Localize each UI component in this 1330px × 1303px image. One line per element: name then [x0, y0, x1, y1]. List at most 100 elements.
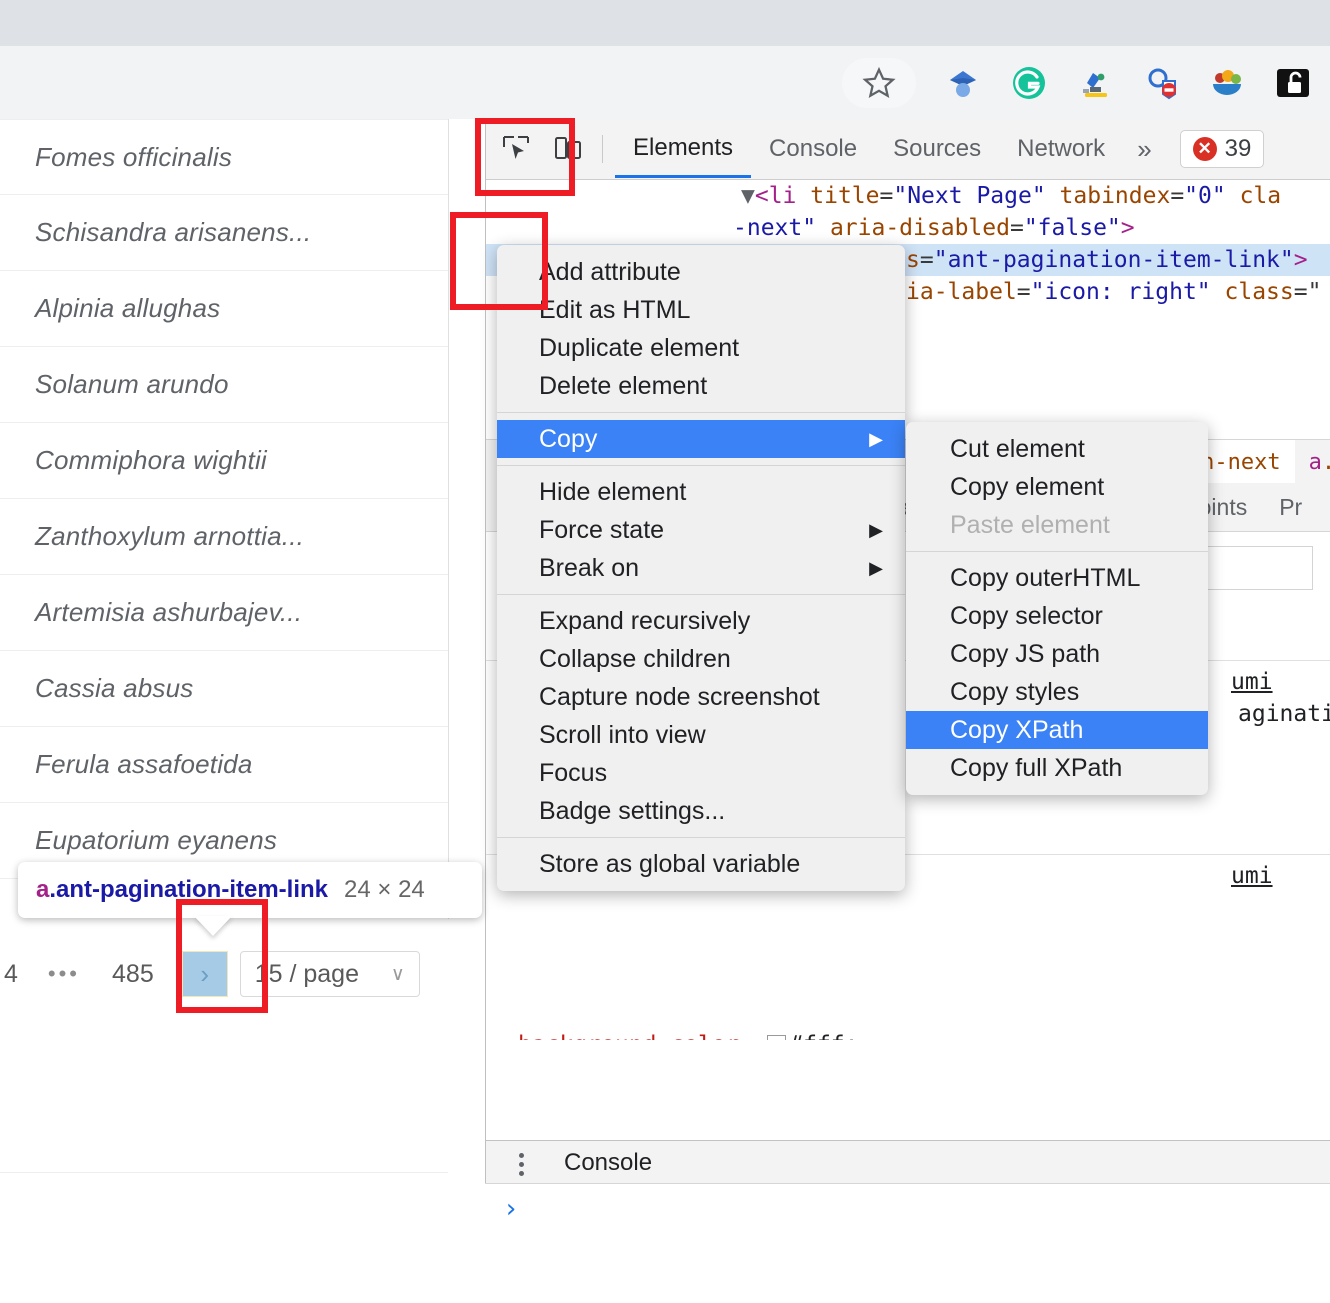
menu-item-label: Focus [539, 758, 608, 787]
console-output-area[interactable]: › [485, 1183, 1330, 1303]
chevron-down-icon: ∨ [390, 963, 405, 985]
error-count-badge[interactable]: ✕ 39 [1179, 130, 1265, 168]
tab-sources[interactable]: Sources [875, 120, 999, 178]
submenu-item-copy-outerhtml[interactable]: Copy outerHTML [906, 559, 1208, 597]
tab-elements[interactable]: Elements [615, 120, 752, 178]
menu-item-duplicate-element[interactable]: Duplicate element [497, 329, 905, 367]
menu-item-label: Copy selector [950, 601, 1103, 630]
menu-item-label: Copy JS path [950, 639, 1101, 668]
menu-item-scroll-into-view[interactable]: Scroll into view [497, 716, 905, 754]
more-tabs-button[interactable]: » [1123, 134, 1165, 165]
submenu-item-cut-element[interactable]: Cut element [906, 430, 1208, 468]
submenu-item-copy-xpath[interactable]: Copy XPath [906, 711, 1208, 749]
submenu-item-copy-js-path[interactable]: Copy JS path [906, 635, 1208, 673]
breadcrumb-item[interactable]: a.ant-pa [1295, 440, 1330, 484]
plant-name: Fomes officinalis [35, 141, 233, 172]
microscope-icon[interactable] [1076, 64, 1114, 102]
pagination-last-page[interactable]: 485 [112, 960, 154, 989]
inspect-element-icon[interactable] [494, 127, 538, 171]
menu-item-add-attribute[interactable]: Add attribute [497, 253, 905, 291]
inspect-tooltip-tag: a [36, 876, 50, 903]
menu-item-force-state[interactable]: Force state ▶ [497, 511, 905, 549]
menu-item-label: Copy element [950, 472, 1105, 501]
menu-separator [497, 837, 905, 838]
pagination-next-button[interactable]: › [181, 951, 228, 997]
list-item[interactable]: Zanthoxylum arnottia... [0, 499, 448, 575]
style-source-link-1b[interactable]: agination [1238, 698, 1330, 730]
more-options-icon[interactable] [502, 1145, 540, 1183]
tab-console[interactable]: Console [554, 1142, 663, 1187]
plant-name: Solanum arundo [35, 369, 229, 399]
inspect-tooltip-class: .ant-pagination-item-link [49, 876, 329, 903]
list-item[interactable]: Solanum arundo [0, 347, 448, 423]
fruit-bowl-icon[interactable] [1208, 64, 1246, 102]
dom-tree-line[interactable]: -next" aria-disabled="false"> [733, 212, 1135, 244]
menu-item-label: Collapse children [539, 644, 731, 673]
dom-tree-line[interactable]: ▼<li title="Next Page" tabindex="0" cla [741, 180, 1281, 212]
submenu-item-copy-selector[interactable]: Copy selector [906, 597, 1208, 635]
error-count-label: 39 [1224, 135, 1252, 162]
menu-item-copy[interactable]: Copy ▶ [497, 420, 905, 458]
menu-separator [497, 594, 905, 595]
menu-item-label: Capture node screenshot [539, 682, 820, 711]
menu-item-delete-element[interactable]: Delete element [497, 367, 905, 405]
adblock-icon[interactable] [1142, 64, 1180, 102]
menu-separator [497, 465, 905, 466]
menu-item-edit-as-html[interactable]: Edit as HTML [497, 291, 905, 329]
dom-tree-line[interactable]: ia-label="icon: right" class=" [906, 276, 1321, 308]
menu-item-label: Break on [539, 553, 640, 582]
extension-diamond-icon[interactable] [944, 64, 982, 102]
devtools-tabs: Elements Console Sources Network [615, 119, 1123, 179]
tab-network[interactable]: Network [999, 120, 1123, 178]
browser-extension-icons [842, 46, 1312, 119]
list-item[interactable]: Commiphora wightii [0, 423, 448, 499]
menu-item-collapse-children[interactable]: Collapse children [497, 640, 905, 678]
menu-item-hide-element[interactable]: Hide element [497, 473, 905, 511]
list-item[interactable]: Schisandra arisanens... [0, 195, 448, 271]
bookmark-star-icon[interactable] [842, 57, 916, 108]
list-item[interactable]: Ferula assafoetida [0, 727, 448, 803]
style-source-link-2[interactable]: umi [1231, 860, 1273, 892]
browser-toolbar [0, 46, 1330, 120]
pagination-ellipsis[interactable]: ••• [48, 961, 80, 987]
tab-console[interactable]: Console [751, 120, 875, 178]
menu-item-label: Copy full XPath [950, 753, 1123, 782]
menu-item-store-as-global-variable[interactable]: Store as global variable [497, 845, 905, 883]
submenu-item-copy-styles[interactable]: Copy styles [906, 673, 1208, 711]
menu-item-label: Duplicate element [539, 333, 740, 362]
menu-item-label: Force state [539, 515, 665, 544]
list-item[interactable]: Alpinia allughas [0, 271, 448, 347]
menu-item-label: Scroll into view [539, 720, 706, 749]
list-item[interactable]: Artemisia ashurbajev... [0, 575, 448, 651]
dom-context-menu: Add attribute Edit as HTML Duplicate eleme… [497, 245, 905, 891]
dom-tree-line[interactable]: s="ant-pagination-item-link"> [906, 244, 1308, 276]
plant-name: Artemisia ashurbajev... [35, 597, 303, 627]
menu-item-badge-settings[interactable]: Badge settings... [497, 792, 905, 830]
page-divider [0, 1172, 448, 1173]
style-source-link-1[interactable]: umi [1231, 666, 1273, 698]
pagination: 4 ••• 485 › 15 / page ∨ [0, 934, 448, 1014]
menu-item-label: Copy outerHTML [950, 563, 1141, 592]
pagination-page-partial[interactable]: 4 [4, 960, 18, 989]
menu-item-break-on[interactable]: Break on ▶ [497, 549, 905, 587]
page-column-divider [448, 119, 449, 919]
menu-item-label: Edit as HTML [539, 295, 691, 324]
unlock-icon[interactable] [1274, 64, 1312, 102]
grammarly-icon[interactable] [1010, 64, 1048, 102]
menu-item-expand-recursively[interactable]: Expand recursively [497, 602, 905, 640]
menu-item-capture-node-screenshot[interactable]: Capture node screenshot [497, 678, 905, 716]
menu-item-label: Hide element [539, 477, 687, 506]
devtools-toolbar: Elements Console Sources Network » ✕ 39 [486, 119, 1330, 180]
menu-item-focus[interactable]: Focus [497, 754, 905, 792]
submenu-item-copy-full-xpath[interactable]: Copy full XPath [906, 749, 1208, 787]
list-item[interactable]: Cassia absus [0, 651, 448, 727]
drawer-tab-bar: Console [486, 1141, 1330, 1187]
element-inspect-tooltip: a.ant-pagination-item-link 24 × 24 [18, 862, 482, 918]
page-size-select[interactable]: 15 / page ∨ [239, 951, 420, 997]
style-prop-background-color[interactable]: background-color: #fff; [518, 1029, 859, 1040]
list-item[interactable]: Fomes officinalis [0, 119, 448, 195]
submenu-item-copy-element[interactable]: Copy element [906, 468, 1208, 506]
sub-tab[interactable]: Pr [1263, 494, 1318, 521]
device-toolbar-icon[interactable] [546, 127, 590, 171]
tooltip-arrow-icon [194, 916, 232, 936]
